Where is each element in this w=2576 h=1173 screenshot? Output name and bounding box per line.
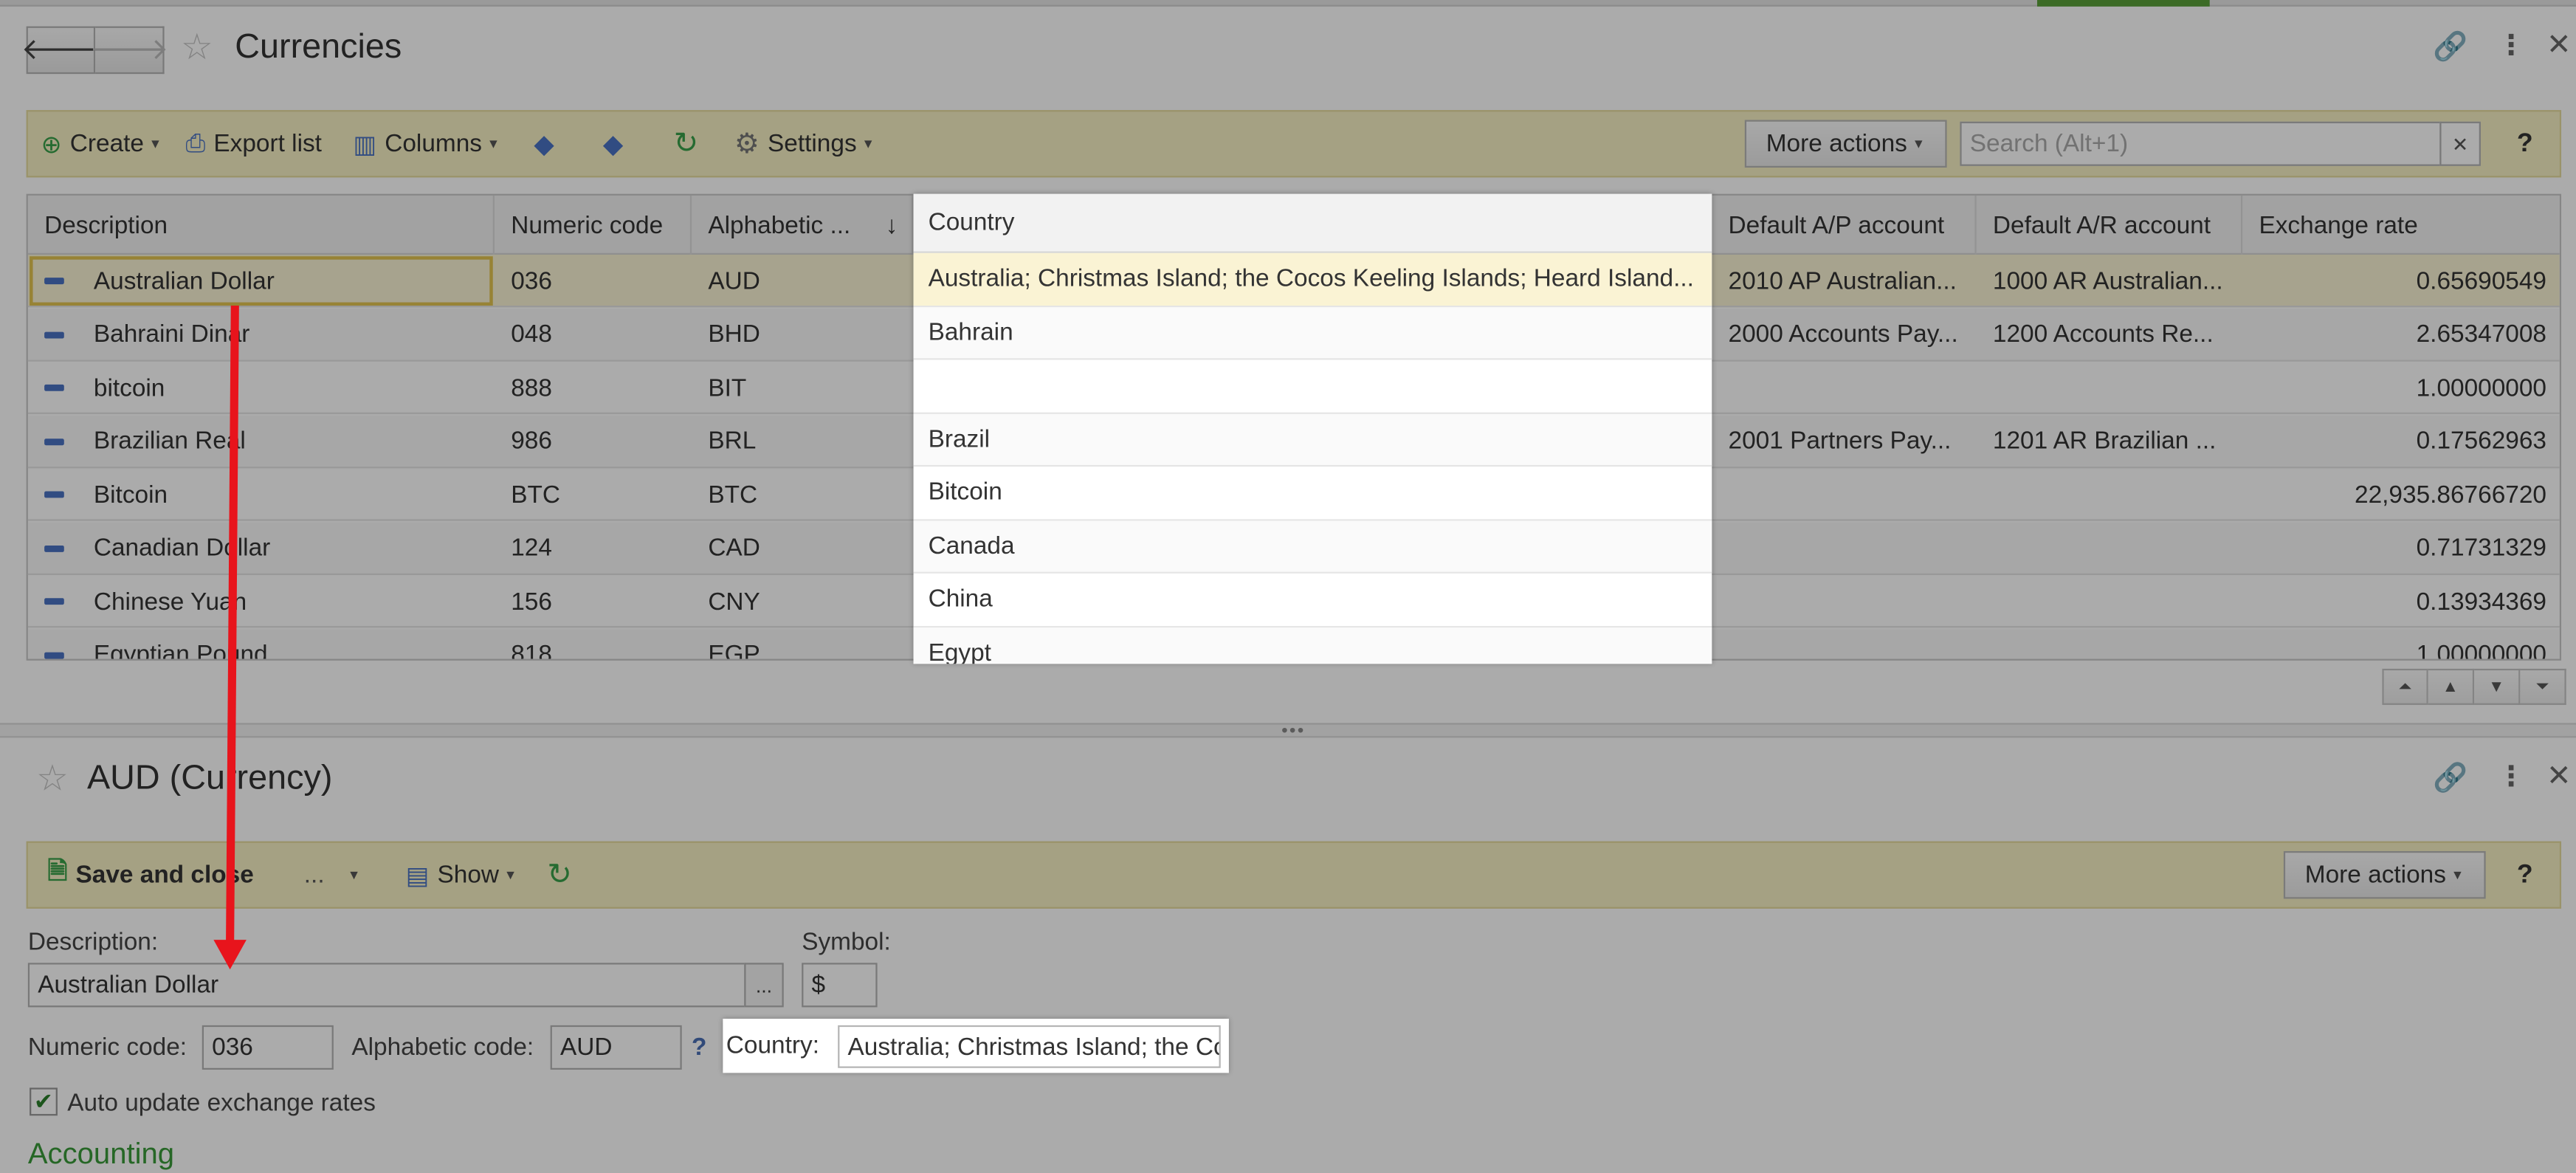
arrow-head xyxy=(213,940,247,970)
annotation-arrow xyxy=(213,305,247,970)
arrow-shaft xyxy=(226,305,239,943)
